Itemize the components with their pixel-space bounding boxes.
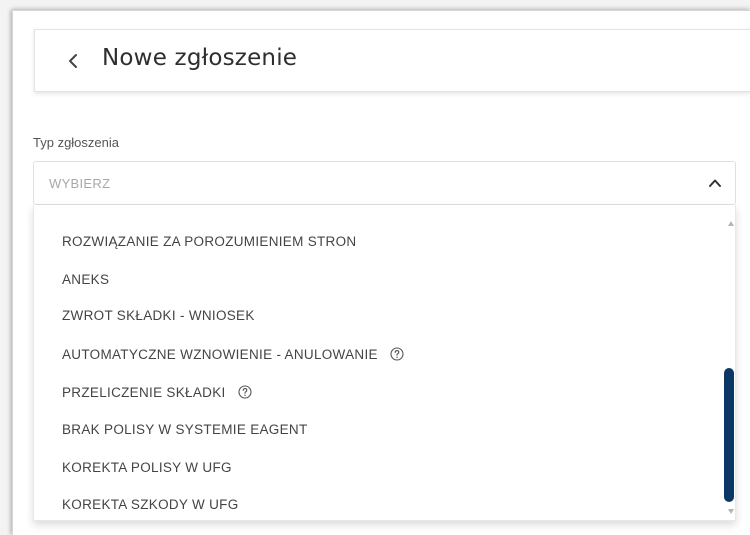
dropdown-scrollbar[interactable] [723,205,737,521]
dropdown-option[interactable]: BRAK POLISY W SYSTEMIE EAGENT [62,419,308,439]
scroll-up-arrow-icon[interactable] [727,220,735,228]
request-type-select[interactable]: WYBIERZ [33,161,736,205]
option-label: AUTOMATYCZNE WZNOWIENIE - ANULOWANIE [62,346,378,362]
dropdown-option[interactable]: PRZELICZENIE SKŁADKI [62,382,252,402]
option-label: ROZWIĄZANIE ZA POROZUMIENIEM STRON [62,233,357,249]
page-title: Nowe zgłoszenie [102,45,298,71]
option-label: ANEKS [62,271,110,287]
dropdown-option[interactable]: KOREKTA SZKODY W UFG [62,494,239,514]
dropdown-option[interactable]: KOREKTA POLISY W UFG [62,457,232,477]
select-placeholder: WYBIERZ [49,176,111,191]
chevron-left-icon[interactable] [65,52,83,70]
option-label: BRAK POLISY W SYSTEMIE EAGENT [62,421,308,437]
field-label-request-type: Typ zgłoszenia [33,135,119,150]
scroll-down-arrow-icon[interactable] [727,507,735,515]
dropdown-option[interactable]: AUTOMATYCZNE WZNOWIENIE - ANULOWANIE [62,344,404,364]
dropdown-option[interactable]: ROZWIĄZANIE ZA POROZUMIENIEM STRON [62,231,356,251]
option-label: KOREKTA POLISY W UFG [62,459,232,475]
dropdown-option[interactable]: ANEKS [62,269,109,289]
page-header: Nowe zgłoszenie [34,29,750,92]
option-label: KOREKTA SZKODY W UFG [62,496,239,512]
option-label: PRZELICZENIE SKŁADKI [62,384,226,400]
dropdown-option[interactable]: ZWROT SKŁADKI - WNIOSEK [62,305,255,325]
question-circle-icon[interactable] [390,347,404,361]
scrollbar-thumb[interactable] [724,368,734,502]
dropdown-list: ROZWIĄZANIE ZA POROZUMIENIEM STRON ANEKS… [33,205,736,521]
option-label: ZWROT SKŁADKI - WNIOSEK [62,307,255,323]
chevron-up-icon[interactable] [707,175,723,191]
question-circle-icon[interactable] [237,385,252,399]
form-panel: Nowe zgłoszenie Typ zgłoszenia WYBIERZ R… [12,10,750,535]
